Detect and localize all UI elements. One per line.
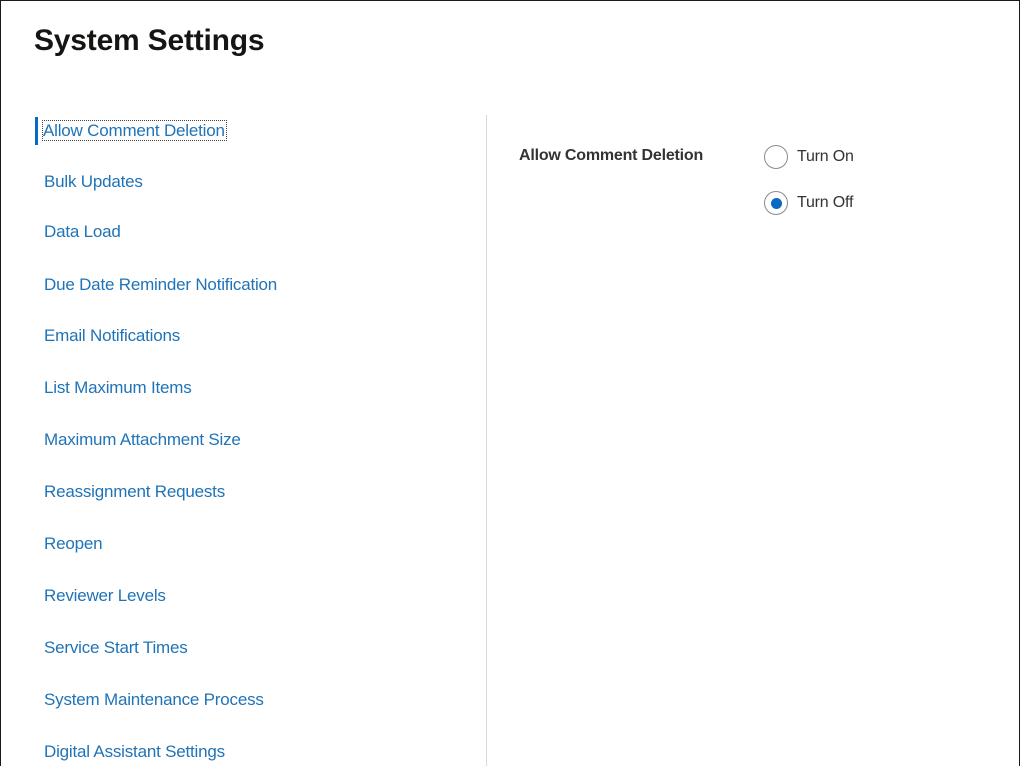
sidebar-item-label: Service Start Times bbox=[44, 638, 188, 657]
sidebar-item-label: Reassignment Requests bbox=[44, 482, 226, 501]
sidebar-item-service-start-times[interactable]: Service Start Times bbox=[34, 634, 188, 662]
sidebar-item-label: System Maintenance Process bbox=[44, 690, 264, 709]
turn-off-radio[interactable] bbox=[764, 191, 788, 215]
sidebar-item-reopen[interactable]: Reopen bbox=[34, 530, 103, 558]
sidebar-item-data-load[interactable]: Data Load bbox=[34, 218, 121, 246]
sidebar-item-digital-assistant-settings[interactable]: Digital Assistant Settings bbox=[34, 738, 225, 766]
sidebar-item-reviewer-levels[interactable]: Reviewer Levels bbox=[34, 582, 166, 610]
sidebar-item-label: Email Notifications bbox=[44, 326, 181, 345]
sidebar-item-email-notifications[interactable]: Email Notifications bbox=[34, 322, 180, 350]
sidebar-item-label: Reviewer Levels bbox=[44, 586, 166, 605]
setting-label: Allow Comment Deletion bbox=[519, 147, 704, 164]
sidebar-item-label: Data Load bbox=[44, 222, 121, 241]
sidebar-item-allow-comment-deletion[interactable]: Allow Comment Deletion bbox=[35, 117, 227, 145]
page-title: System Settings bbox=[34, 24, 265, 57]
sidebar-item-reassignment-requests[interactable]: Reassignment Requests bbox=[34, 478, 225, 506]
turn-off-radio-option[interactable]: Turn Off bbox=[764, 190, 853, 216]
sidebar-item-list-maximum-items[interactable]: List Maximum Items bbox=[34, 374, 192, 402]
sidebar-item-system-maintenance-process[interactable]: System Maintenance Process bbox=[34, 686, 264, 714]
sidebar-item-label: Allow Comment Deletion bbox=[42, 120, 227, 141]
sidebar-item-label: Bulk Updates bbox=[44, 172, 143, 191]
sidebar-item-due-date-reminder-notification[interactable]: Due Date Reminder Notification bbox=[34, 271, 277, 299]
sidebar-item-label: Reopen bbox=[44, 534, 103, 553]
sidebar-item-bulk-updates[interactable]: Bulk Updates bbox=[34, 168, 143, 196]
turn-on-radio-option[interactable]: Turn On bbox=[764, 144, 854, 170]
sidebar-item-maximum-attachment-size[interactable]: Maximum Attachment Size bbox=[34, 426, 241, 454]
turn-on-radio[interactable] bbox=[764, 145, 788, 169]
sidebar-item-label: Maximum Attachment Size bbox=[44, 430, 241, 449]
sidebar-item-label: List Maximum Items bbox=[44, 378, 192, 397]
sidebar-item-label: Digital Assistant Settings bbox=[44, 742, 225, 761]
sidebar-item-label: Due Date Reminder Notification bbox=[44, 275, 278, 294]
turn-on-label[interactable]: Turn On bbox=[797, 148, 854, 166]
turn-off-label[interactable]: Turn Off bbox=[797, 194, 853, 212]
panel-divider bbox=[486, 115, 487, 766]
